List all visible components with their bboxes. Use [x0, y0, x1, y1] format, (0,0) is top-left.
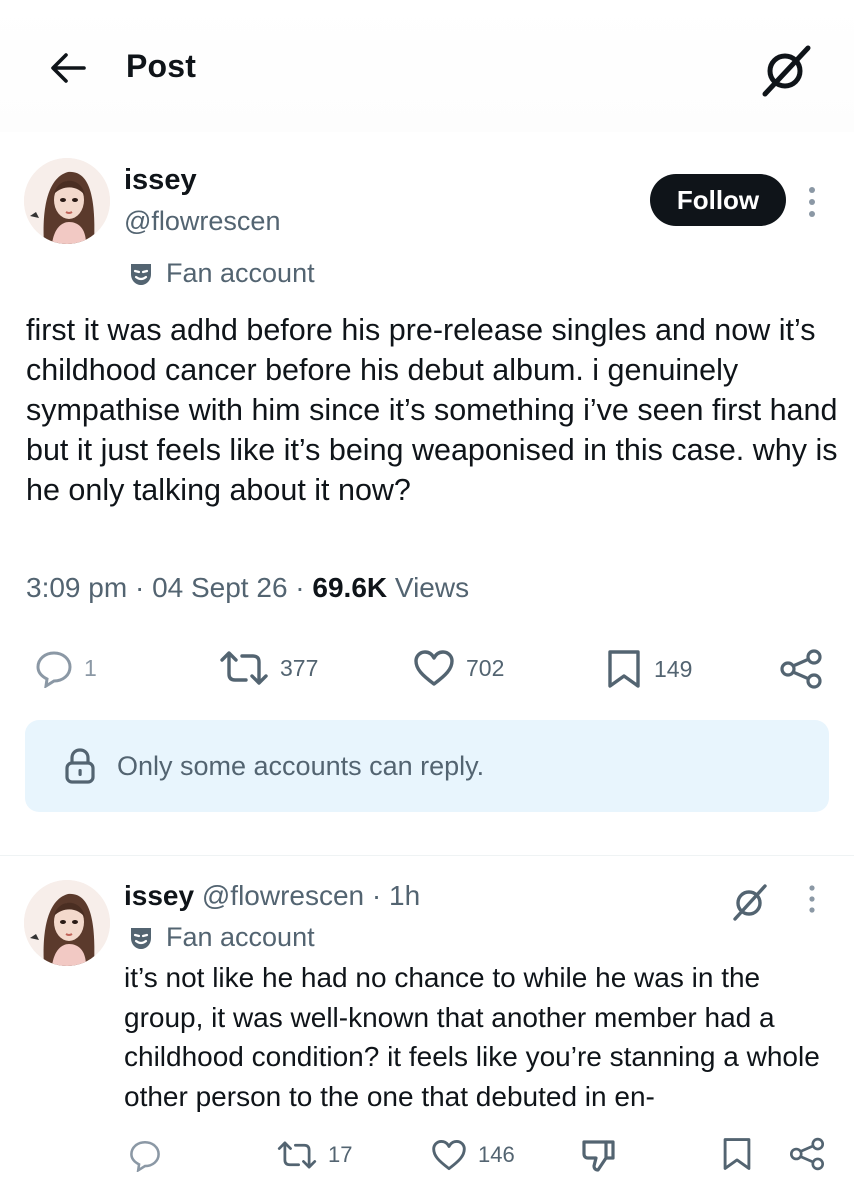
- grok-icon[interactable]: [730, 882, 770, 922]
- reply-repost-count: 17: [328, 1142, 353, 1167]
- page-title: Post: [126, 48, 197, 84]
- reply-count: 1: [84, 654, 97, 681]
- lock-icon: [65, 748, 95, 784]
- grok-icon[interactable]: [758, 42, 814, 98]
- mask-icon: [131, 927, 151, 949]
- reply-like-button[interactable]: 146: [430, 1138, 515, 1172]
- reply-reply-button[interactable]: [128, 1138, 162, 1172]
- reply-restriction-notice: Only some accounts can reply.: [25, 720, 829, 812]
- like-count: 702: [466, 654, 505, 681]
- reply-like-count: 146: [478, 1142, 515, 1167]
- reply-author-name[interactable]: issey: [124, 880, 194, 911]
- follow-button[interactable]: Follow: [650, 174, 786, 226]
- dislike-button[interactable]: [580, 1136, 618, 1174]
- reply-header: issey @flowrescen · 1h: [124, 880, 421, 911]
- author-handle[interactable]: @flowrescen: [124, 206, 280, 237]
- badge-label: Fan account: [166, 922, 315, 952]
- bookmark-icon: [723, 1138, 751, 1170]
- views-label: Views: [394, 572, 470, 603]
- share-icon: [780, 649, 822, 689]
- heart-icon: [432, 1139, 466, 1171]
- more-options-icon[interactable]: [802, 882, 822, 916]
- like-button[interactable]: 702: [412, 648, 504, 688]
- reply-repost-button[interactable]: 17: [276, 1138, 352, 1172]
- post-text: first it was adhd before his pre-release…: [26, 313, 838, 507]
- badge-label: Fan account: [166, 258, 315, 288]
- thumbs-down-icon: [582, 1140, 615, 1172]
- repost-count: 377: [280, 654, 319, 681]
- notice-text: Only some accounts can reply.: [117, 750, 485, 781]
- bookmark-icon: [608, 650, 640, 688]
- fan-account-badge: Fan account: [128, 922, 315, 953]
- reply-text: it’s not like he had no chance to while …: [124, 962, 820, 1112]
- fan-account-badge: Fan account: [128, 258, 315, 289]
- share-button[interactable]: [778, 648, 824, 690]
- post-metadata: 3:09 pm · 04 Sept 26 · 69.6K Views: [26, 572, 470, 603]
- avatar[interactable]: [24, 158, 110, 244]
- bookmark-count: 149: [654, 655, 693, 682]
- reply-icon: [130, 1140, 160, 1172]
- divider: [0, 855, 854, 856]
- post-time[interactable]: 3:09 pm: [26, 572, 127, 603]
- repost-icon: [277, 1141, 317, 1169]
- more-options-icon[interactable]: [800, 182, 824, 222]
- repost-button[interactable]: 377: [218, 648, 318, 688]
- bookmark-button[interactable]: 149: [604, 648, 692, 690]
- reply-button[interactable]: 1: [34, 648, 97, 688]
- post-date[interactable]: 04 Sept 26: [152, 572, 287, 603]
- arrow-left-icon[interactable]: [46, 46, 90, 90]
- mask-icon: [131, 263, 151, 285]
- reply-icon: [36, 651, 72, 688]
- reply-author-handle[interactable]: @flowrescen: [202, 880, 364, 911]
- repost-icon: [220, 651, 268, 685]
- reply-avatar[interactable]: [24, 880, 110, 966]
- reply-bookmark-button[interactable]: [720, 1136, 754, 1172]
- share-icon: [789, 1137, 825, 1171]
- reply-share-button[interactable]: [788, 1136, 826, 1172]
- heart-icon: [414, 650, 454, 686]
- top-bar: Post: [0, 0, 854, 132]
- reply-time[interactable]: 1h: [389, 880, 420, 911]
- author-name[interactable]: issey: [124, 164, 197, 197]
- views-count[interactable]: 69.6K: [312, 572, 387, 603]
